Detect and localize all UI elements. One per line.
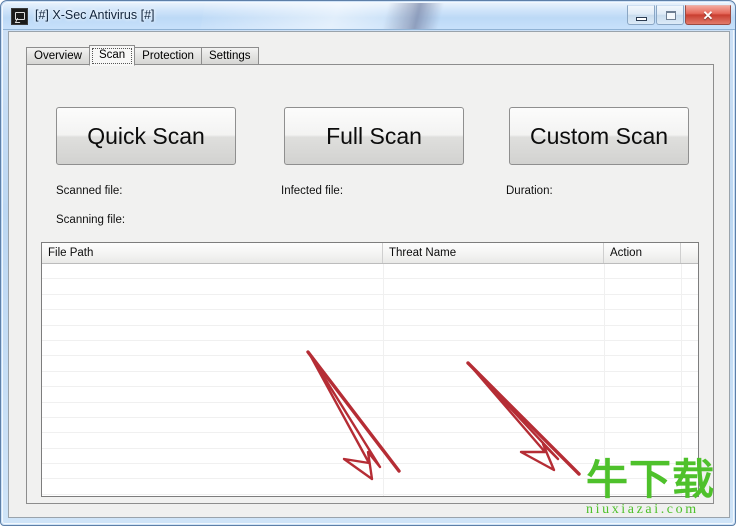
grid-line-1 [383, 264, 384, 496]
tab-overview[interactable]: Overview [26, 47, 90, 65]
maximize-button[interactable] [656, 5, 684, 25]
minimize-button[interactable] [627, 5, 655, 25]
table-row[interactable] [42, 356, 698, 372]
title-bar[interactable]: [#] X-Sec Antivirus [#] ✕ [3, 3, 735, 30]
scanning-file-label: Scanning file: [56, 214, 126, 226]
client-area: Quick Scan Full Scan Custom Scan Scanned… [8, 31, 730, 518]
table-row[interactable] [42, 310, 698, 326]
full-scan-button[interactable]: Full Scan [284, 107, 464, 165]
scanned-file-label: Scanned file: [56, 185, 123, 197]
table-row[interactable] [42, 295, 698, 311]
table-row[interactable] [42, 479, 698, 495]
close-button[interactable]: ✕ [685, 5, 731, 25]
tab-settings[interactable]: Settings [200, 47, 259, 65]
minimize-icon [636, 17, 647, 21]
column-header-spacer[interactable] [681, 243, 698, 263]
table-row[interactable] [42, 495, 698, 496]
table-row[interactable] [42, 418, 698, 434]
caption-button-group: ✕ [627, 5, 731, 26]
tab-strip: Overview Scan Protection Settings [26, 45, 259, 66]
maximize-icon [666, 11, 676, 20]
column-header-threat-name[interactable]: Threat Name [383, 243, 604, 263]
table-row[interactable] [42, 264, 698, 280]
grid-line-3 [681, 264, 682, 496]
custom-scan-button[interactable]: Custom Scan [509, 107, 689, 165]
close-icon: ✕ [702, 8, 714, 23]
empty-row-group [42, 264, 698, 496]
app-icon[interactable] [11, 8, 28, 25]
infected-file-label: Infected file: [281, 185, 344, 197]
column-header-file-path[interactable]: File Path [42, 243, 383, 263]
tab-page-scan: Quick Scan Full Scan Custom Scan Scanned… [26, 64, 714, 504]
tab-scan-label: Scan [98, 49, 126, 61]
table-row[interactable] [42, 433, 698, 449]
table-row[interactable] [42, 464, 698, 480]
scan-results-list[interactable]: File Path Threat Name Action [41, 242, 699, 497]
table-row[interactable] [42, 341, 698, 357]
duration-label: Duration: [506, 185, 553, 197]
table-row[interactable] [42, 279, 698, 295]
quick-scan-button[interactable]: Quick Scan [56, 107, 236, 165]
table-row[interactable] [42, 372, 698, 388]
column-header-action[interactable]: Action [604, 243, 681, 263]
app-icon-tail [14, 18, 23, 23]
table-row[interactable] [42, 449, 698, 465]
results-header-row: File Path Threat Name Action [42, 243, 698, 264]
table-row[interactable] [42, 387, 698, 403]
application-window: [#] X-Sec Antivirus [#] ✕ Quick Scan Ful… [0, 0, 736, 526]
grid-line-2 [604, 264, 605, 496]
window-title: [#] X-Sec Antivirus [#] [35, 8, 155, 22]
table-row[interactable] [42, 326, 698, 341]
tab-scan[interactable]: Scan [88, 45, 136, 66]
table-row[interactable] [42, 403, 698, 418]
title-bar-divider [3, 29, 735, 30]
results-body[interactable] [42, 264, 698, 496]
tab-protection[interactable]: Protection [134, 47, 202, 65]
